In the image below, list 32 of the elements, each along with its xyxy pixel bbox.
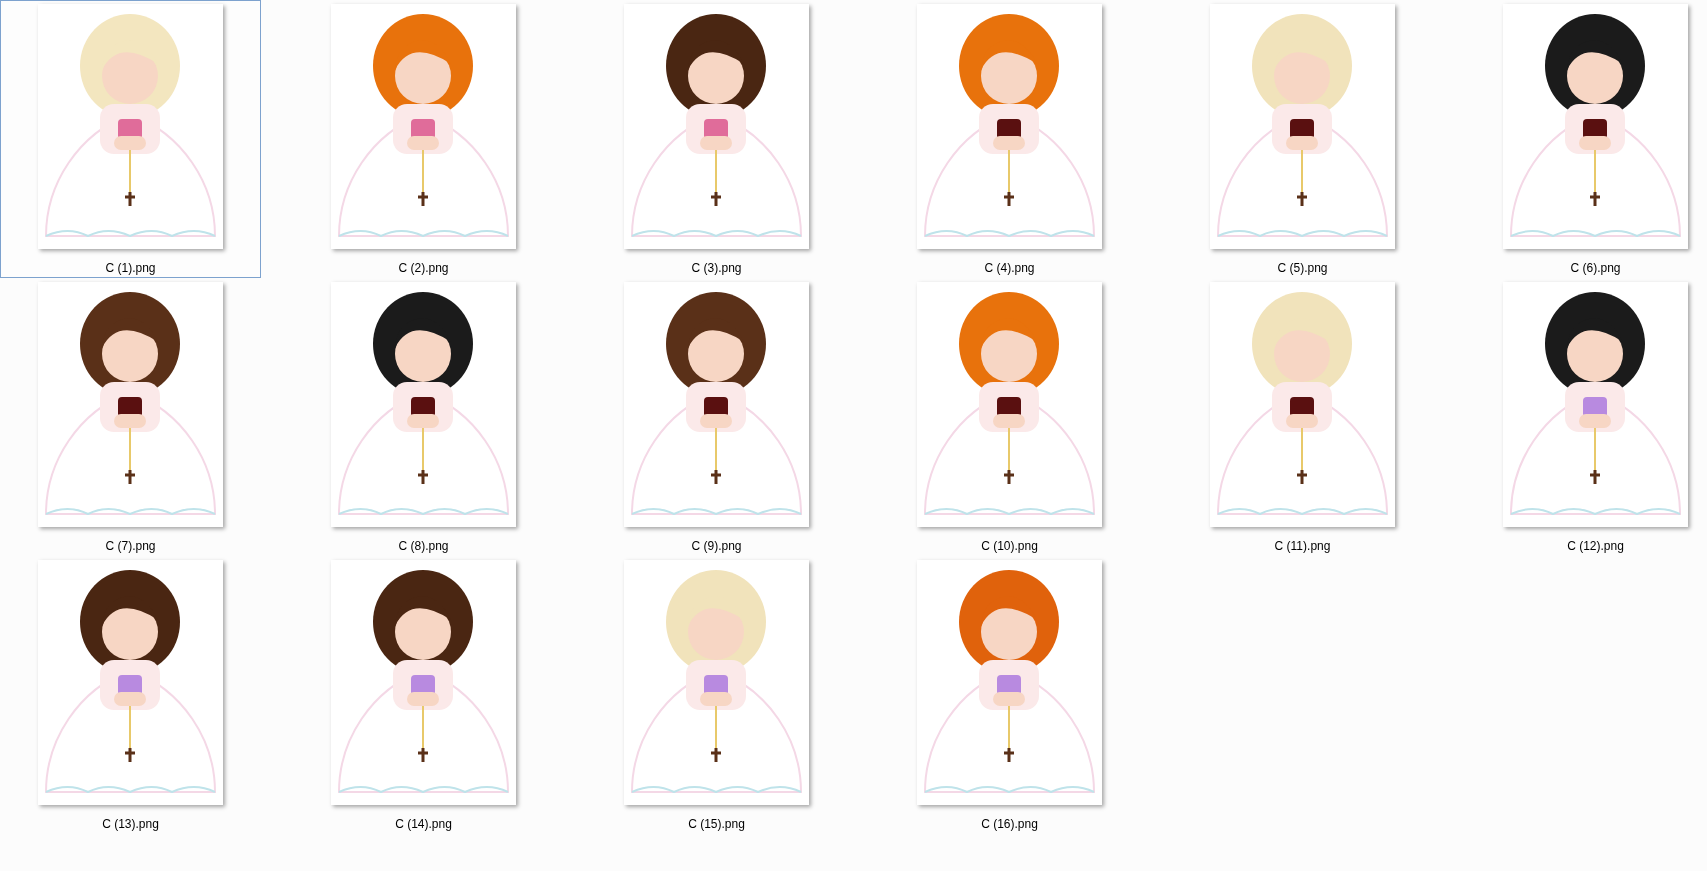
file-item[interactable]: C (7).png [0,278,261,556]
file-name: C (9).png [691,538,742,555]
file-item[interactable]: C (11).png [1172,278,1433,556]
file-item[interactable]: C (13).png [0,556,261,834]
file-item[interactable]: C (1).png [0,0,261,278]
file-item[interactable]: C (15).png [586,556,847,834]
file-item[interactable]: C (12).png [1465,278,1707,556]
file-name: C (14).png [395,816,452,833]
file-name: C (6).png [1570,260,1621,277]
file-name: C (12).png [1567,538,1624,555]
file-item[interactable]: C (14).png [293,556,554,834]
file-item[interactable]: C (10).png [879,278,1140,556]
file-name: C (8).png [398,538,449,555]
file-name: C (7).png [105,538,156,555]
file-item[interactable]: C (4).png [879,0,1140,278]
file-name: C (16).png [981,816,1038,833]
file-name: C (5).png [1277,260,1328,277]
file-item[interactable]: C (5).png [1172,0,1433,278]
file-name: C (15).png [688,816,745,833]
file-item[interactable]: C (9).png [586,278,847,556]
file-name: C (10).png [981,538,1038,555]
file-item[interactable]: C (3).png [586,0,847,278]
file-name: C (2).png [398,260,449,277]
file-item[interactable]: C (16).png [879,556,1140,834]
file-name: C (3).png [691,260,742,277]
file-name: C (11).png [1274,538,1331,555]
file-name: C (4).png [984,260,1035,277]
file-name: C (13).png [102,816,159,833]
file-item[interactable]: C (8).png [293,278,554,556]
file-name: C (1).png [105,260,156,277]
file-item[interactable]: C (6).png [1465,0,1707,278]
file-item[interactable]: C (2).png [293,0,554,278]
